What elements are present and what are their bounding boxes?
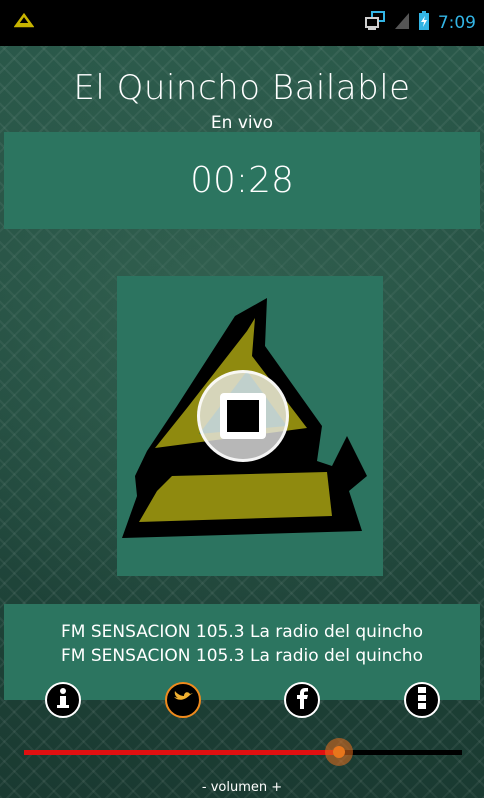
battery-icon [418,11,430,35]
info-button[interactable] [45,682,81,718]
status-bar: 7:09 [0,0,484,46]
elapsed-time: 00:28 [190,160,294,201]
facebook-icon [295,687,309,713]
signal-icon [394,12,410,34]
timer-panel: 00:28 [4,132,480,229]
app-logo-icon [13,12,35,33]
menu-button[interactable] [404,682,440,718]
stop-icon [220,393,266,439]
twitter-icon [172,689,194,711]
facebook-button[interactable] [284,682,320,718]
live-label: En vivo [210,113,274,133]
stop-button[interactable] [197,370,289,462]
network-icon [364,11,386,35]
volume-slider[interactable] [24,738,462,766]
now-playing-line: FM SENSACION 105.3 La radio del quincho [61,646,423,666]
now-playing-panel: FM SENSACION 105.3 La radio del quincho … [4,604,480,700]
now-playing-line: FM SENSACION 105.3 La radio del quincho [61,622,423,642]
menu-icon [415,686,429,714]
volume-label: - volumen + [201,780,283,795]
station-title: El Quincho Bailable [73,68,411,108]
status-icons: 7:09 [364,11,476,35]
twitter-button[interactable] [165,682,201,718]
info-icon [53,686,73,714]
volume-fill [24,750,340,755]
status-time: 7:09 [437,13,476,33]
